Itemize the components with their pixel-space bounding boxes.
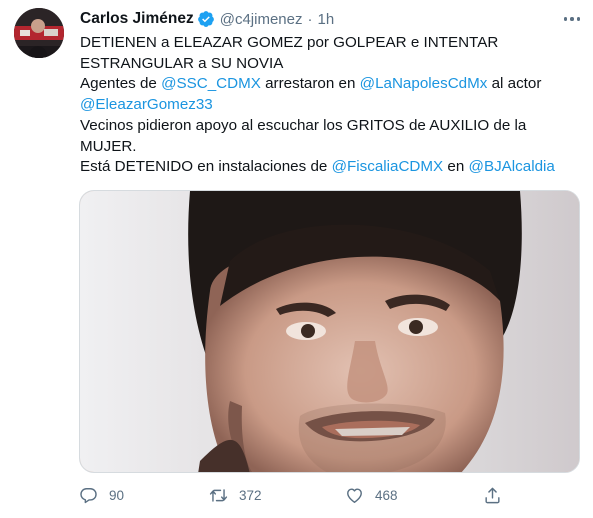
mention-ssc-cdmx[interactable]: @SSC_CDMX	[161, 75, 261, 92]
mention-fiscalia-cdmx[interactable]: @FiscaliaCDMX	[332, 158, 444, 175]
tweet-timestamp[interactable]: 1h	[317, 11, 334, 28]
retweet-icon	[209, 488, 228, 502]
mention-la-napoles[interactable]: @LaNapolesCdMx	[360, 75, 488, 92]
tweet-text-line: DETIENEN a ELEAZAR GOMEZ por GOLPEAR e I…	[80, 34, 499, 72]
tweet-text-line: Vecinos pidieron apoyo al escuchar los G…	[80, 116, 527, 155]
text-segment: en	[443, 158, 469, 176]
text-segment: al actor	[487, 75, 542, 93]
reply-icon	[80, 487, 97, 503]
retweet-count: 372	[239, 487, 262, 503]
tweet-text-line: @EleazarGomez33	[80, 95, 580, 116]
avatar[interactable]	[14, 8, 64, 58]
tweet-body: DETIENEN a ELEAZAR GOMEZ por GOLPEAR e I…	[80, 33, 580, 178]
like-icon	[347, 487, 362, 503]
verified-badge-icon	[197, 11, 214, 27]
reply-count: 90	[109, 487, 125, 503]
tweet-actions: 90 372 468	[79, 483, 529, 507]
text-segment: arrestaron en	[260, 75, 360, 93]
mention-eleazar-gomez[interactable]: @EleazarGomez33	[80, 96, 213, 113]
tweet[interactable]: Carlos Jiménez @c4jimenez · 1h DETIENEN …	[0, 0, 593, 518]
reply-button[interactable]: 90	[79, 483, 124, 507]
separator-dot: ·	[307, 10, 313, 28]
text-segment: Agentes de	[80, 75, 162, 93]
author-name[interactable]: Carlos Jiménez	[80, 10, 194, 28]
tweet-text-line: Agentes de @SSC_CDMX arrestaron en @LaNa…	[80, 74, 580, 95]
mention-bj-alcaldia[interactable]: @BJAlcaldia	[469, 158, 555, 175]
tweet-text-line: Está DETENIDO en instalaciones de @Fisca…	[80, 157, 580, 178]
text-segment: Está DETENIDO en instalaciones de	[80, 158, 332, 176]
tweet-image[interactable]	[79, 190, 580, 473]
retweet-button[interactable]: 372	[209, 483, 262, 507]
share-icon	[485, 487, 500, 503]
more-icon[interactable]	[560, 9, 584, 29]
share-button[interactable]	[483, 483, 502, 507]
like-count: 468	[375, 487, 398, 503]
author-handle[interactable]: @c4jimenez	[220, 11, 303, 28]
like-button[interactable]: 468	[345, 483, 398, 507]
tweet-header: Carlos Jiménez @c4jimenez · 1h	[80, 9, 334, 29]
